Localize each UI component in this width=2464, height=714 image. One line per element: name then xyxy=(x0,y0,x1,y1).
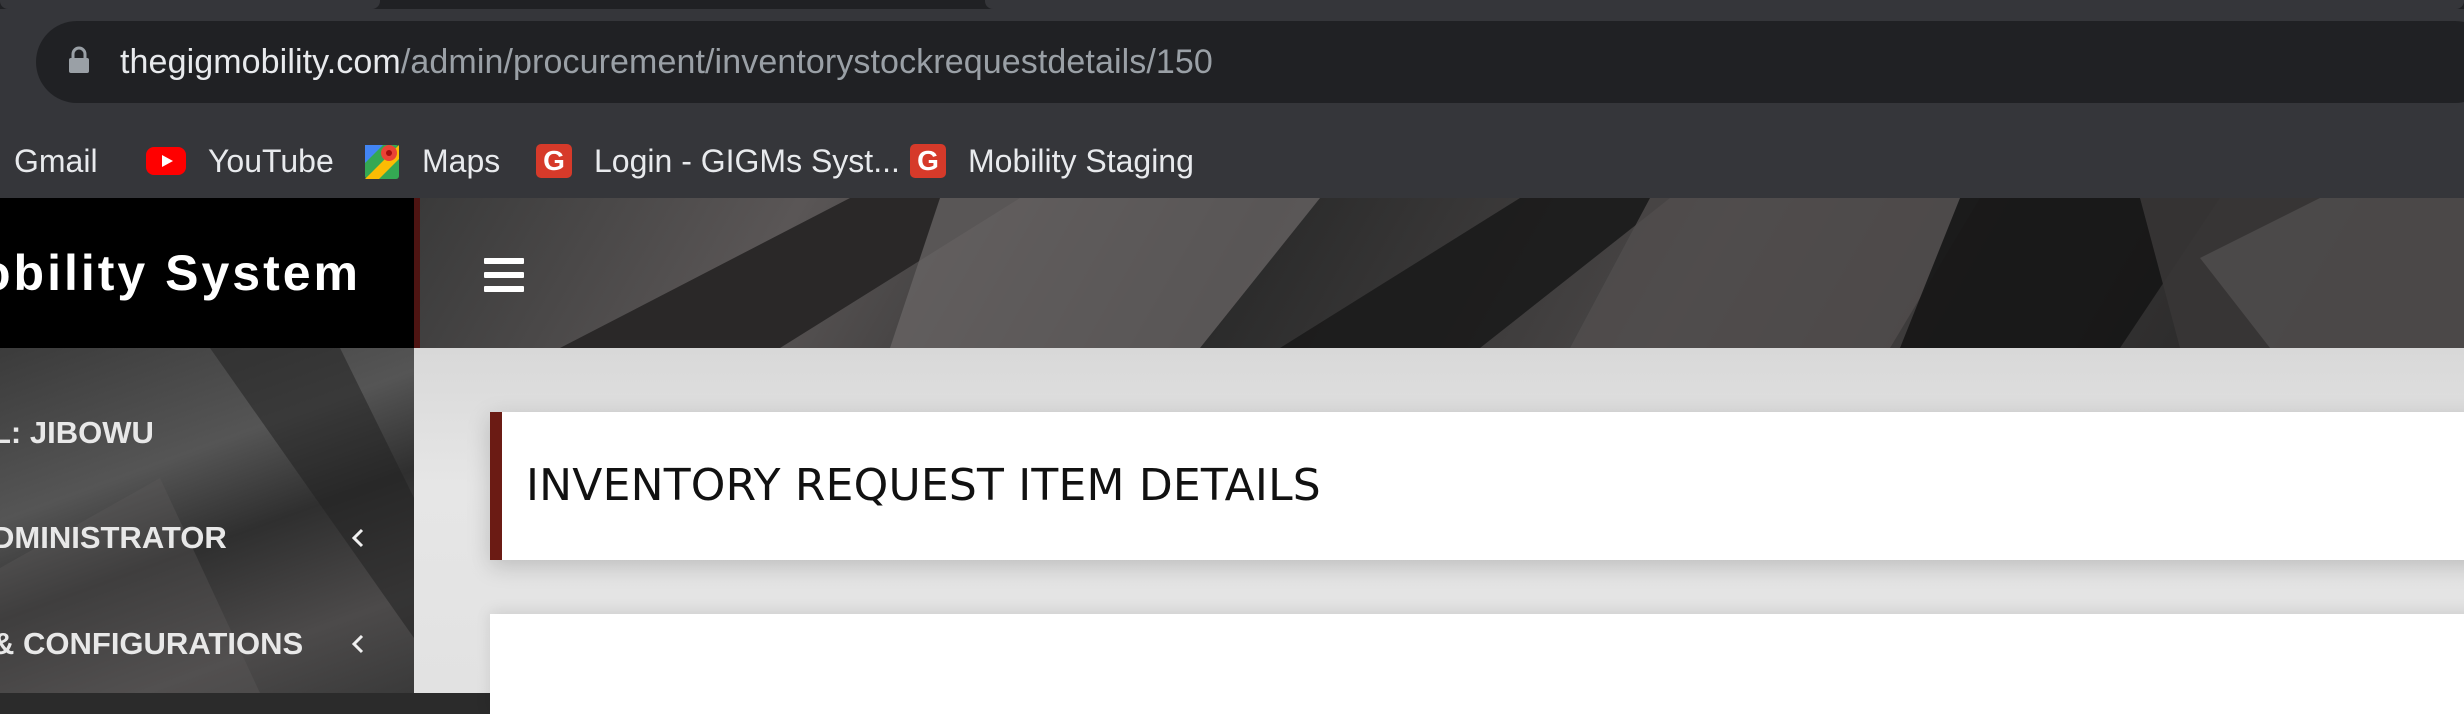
main-content: INVENTORY REQUEST ITEM DETAILS xyxy=(414,348,2464,714)
youtube-icon xyxy=(146,143,186,179)
header-background-pattern xyxy=(560,198,2464,348)
bookmark-gmail[interactable]: Gmail xyxy=(0,124,98,198)
bookmarks-bar: Gmail YouTube Maps G Login - GIGMs Syst.… xyxy=(0,124,2464,200)
app-viewport: obility System L: JIBOWU DMINISTRATOR & … xyxy=(0,198,2464,714)
bookmark-maps[interactable]: Maps xyxy=(364,124,500,198)
brand-title: obility System xyxy=(0,245,361,301)
details-card xyxy=(490,614,2464,714)
sidebar-item-configurations[interactable]: & CONFIGURATIONS xyxy=(0,614,414,674)
url-path: /admin/procurement/inventorystockrequest… xyxy=(400,43,1213,81)
bookmark-label: Mobility Staging xyxy=(968,142,1194,179)
chevron-left-icon xyxy=(351,634,364,654)
sidebar-item-label: DMINISTRATOR xyxy=(0,520,227,555)
address-bar[interactable]: thegigmobility.com/admin/procurement/inv… xyxy=(36,21,2464,103)
bookmark-label: YouTube xyxy=(208,142,334,179)
sidebar-item-label: L: JIBOWU xyxy=(0,415,154,450)
sidebar-item-user[interactable]: L: JIBOWU xyxy=(0,403,414,463)
lock-icon[interactable] xyxy=(68,46,90,74)
gig-icon: G xyxy=(910,143,946,179)
hamburger-icon[interactable] xyxy=(484,258,524,292)
sidebar-item-label: & CONFIGURATIONS xyxy=(0,626,304,661)
chevron-left-icon xyxy=(351,528,364,548)
sidebar: L: JIBOWU DMINISTRATOR & CONFIGURATIONS xyxy=(0,348,414,693)
page-title: INVENTORY REQUEST ITEM DETAILS xyxy=(526,460,1321,511)
bookmark-label: Login - GIGMs Syst... xyxy=(594,142,900,179)
bookmark-youtube[interactable]: YouTube xyxy=(146,124,334,198)
gig-icon: G xyxy=(536,143,572,179)
page-title-card: INVENTORY REQUEST ITEM DETAILS xyxy=(490,412,2464,560)
tab[interactable] xyxy=(985,0,2464,9)
tab[interactable] xyxy=(0,0,380,9)
bookmark-mobility-staging[interactable]: G Mobility Staging xyxy=(910,124,1194,198)
bookmark-label: Maps xyxy=(422,142,501,179)
bookmark-label: Gmail xyxy=(14,142,98,179)
browser-toolbar: thegigmobility.com/admin/procurement/inv… xyxy=(0,9,2464,127)
maps-icon xyxy=(364,143,400,179)
tab-strip xyxy=(0,0,2464,9)
sidebar-item-administrator[interactable]: DMINISTRATOR xyxy=(0,508,414,568)
bookmark-login-gigms[interactable]: G Login - GIGMs Syst... xyxy=(536,124,900,198)
url-text[interactable]: thegigmobility.com/admin/procurement/inv… xyxy=(120,21,1213,103)
top-header xyxy=(420,198,2464,348)
brand-header[interactable]: obility System xyxy=(0,198,420,348)
url-domain: thegigmobility.com xyxy=(120,43,401,81)
